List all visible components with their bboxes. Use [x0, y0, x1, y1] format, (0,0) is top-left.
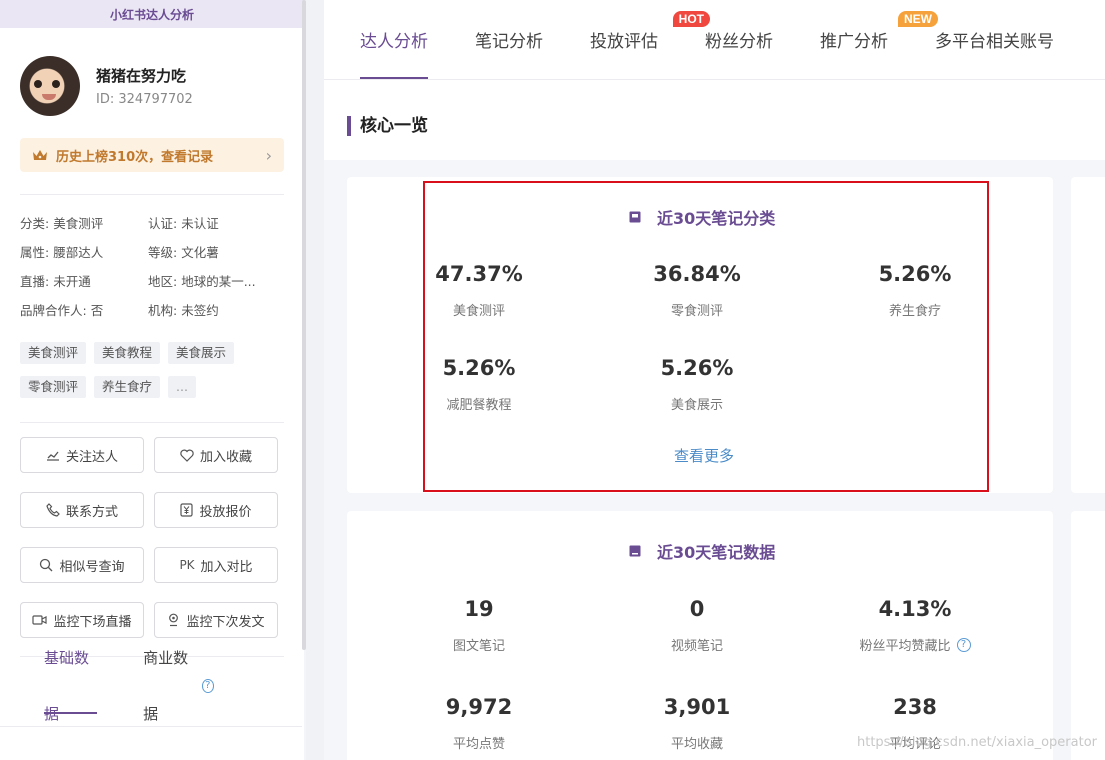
info-attribute: 属性: 腰部达人 [20, 245, 104, 260]
location-icon [169, 613, 179, 627]
next-card-edge [1071, 177, 1105, 493]
tab-basic-data[interactable]: 基础数据 [44, 649, 98, 723]
chart-up-icon [46, 451, 59, 461]
profile-id-label: ID: [96, 92, 115, 107]
tag: 养生食疗 [94, 376, 161, 398]
stat-item: 0 视频笔记 [670, 597, 723, 654]
crown-icon [33, 150, 47, 160]
info-grid: 分类: 美食测评 认证: 未认证 属性: 腰部达人 等级: 文化薯 直播: 未开… [0, 195, 304, 320]
main-panel: 达人分析 笔记分析 投放评估 HOT 粉丝分析 推广分析 NEW 多平台相关账号… [324, 0, 1105, 760]
rank-history-link[interactable]: 历史上榜310次，查看记录 › [20, 138, 284, 172]
profile-id-value: 324797702 [118, 92, 193, 107]
pk-icon: PK [179, 558, 195, 572]
info-verification: 认证: 未认证 [148, 216, 219, 231]
help-icon[interactable]: ? [201, 679, 214, 693]
profile-id: ID: 324797702 [96, 92, 193, 107]
divider [0, 726, 302, 727]
nav-promotion-analysis[interactable]: 推广分析 NEW [820, 0, 938, 79]
app-root: 小红书达人分析 猪猪在努力吃 ID: 324797702 历史上榜310次，查看… [0, 0, 1105, 760]
info-live: 直播: 未开通 [20, 274, 91, 289]
book-icon [629, 545, 641, 557]
help-icon[interactable]: ? [956, 637, 971, 652]
info-category: 分类: 美食测评 [20, 216, 104, 231]
follow-button[interactable]: 关注达人 [20, 437, 144, 473]
section-title: 核心一览 [347, 116, 1105, 136]
nav-note-analysis[interactable]: 笔记分析 [475, 0, 543, 79]
yen-icon [180, 503, 194, 517]
pk-compare-button[interactable]: PK 加入对比 [154, 547, 278, 583]
info-agency: 机构: 未签约 [148, 303, 219, 318]
profile-name: 猪猪在努力吃 [96, 67, 187, 85]
tag-list: 美食测评 美食教程 美食展示 零食测评 养生食疗 ... [0, 320, 280, 398]
stat-item: 19 图文笔记 [452, 597, 505, 654]
divider [20, 422, 284, 423]
phone-icon [46, 503, 60, 517]
stat-item: 4.13% 粉丝平均赞藏比? [835, 597, 995, 654]
sidebar: 小红书达人分析 猪猪在努力吃 ID: 324797702 历史上榜310次，查看… [0, 0, 304, 760]
profile: 猪猪在努力吃 ID: 324797702 [0, 54, 304, 118]
stat-item: 9,972 平均点赞 [445, 695, 513, 752]
tag: 零食测评 [20, 376, 87, 398]
sidebar-header: 小红书达人分析 [0, 0, 304, 28]
info-brand-partner: 品牌合作人: 否 [20, 303, 104, 318]
favorite-button[interactable]: 加入收藏 [154, 437, 278, 473]
nav-multi-platform-accounts[interactable]: 多平台相关账号 [935, 0, 1054, 79]
next-card-edge [1071, 511, 1105, 760]
search-icon [40, 558, 53, 572]
video-icon [32, 615, 48, 625]
similar-search-button[interactable]: 相似号查询 [20, 547, 144, 583]
profile-text: 猪猪在努力吃 ID: 324797702 [96, 65, 193, 107]
info-level: 等级: 文化薯 [148, 245, 219, 260]
nav-placement-evaluation[interactable]: 投放评估 HOT [590, 0, 710, 79]
sidebar-tabs: 基础数据 商业数据 ? [0, 649, 304, 723]
stat-item: 3,901 平均收藏 [663, 695, 731, 752]
avatar[interactable] [20, 56, 80, 116]
chevron-right-icon: › [265, 145, 272, 165]
action-buttons: 关注达人 加入收藏 联系方式 投放报价 相似号查询 PK 加入对比 监控下场直播… [0, 437, 304, 638]
watermark: https://blog.csdn.net/xiaxia_operator [856, 735, 1097, 750]
tag: 美食测评 [20, 342, 87, 364]
new-badge: NEW [898, 11, 938, 27]
heart-icon [180, 449, 194, 462]
tag-more[interactable]: ... [168, 376, 196, 398]
nav-creator-analysis[interactable]: 达人分析 [360, 0, 428, 79]
highlight-box [423, 181, 989, 492]
info-region: 地区: 地球的某一... [148, 274, 256, 289]
quote-button[interactable]: 投放报价 [154, 492, 278, 528]
nav-fan-analysis[interactable]: 粉丝分析 [705, 0, 773, 79]
tab-business-data[interactable]: 商业数据 ? [143, 649, 214, 723]
contact-button[interactable]: 联系方式 [20, 492, 144, 528]
top-nav: 达人分析 笔记分析 投放评估 HOT 粉丝分析 推广分析 NEW 多平台相关账号 [324, 0, 1105, 80]
rank-history-text: 历史上榜310次，查看记录 [56, 149, 214, 165]
tag: 美食展示 [168, 342, 235, 364]
tag: 美食教程 [94, 342, 161, 364]
scroll-track [306, 0, 324, 760]
sidebar-scrollbar[interactable] [302, 0, 306, 650]
note-data-title: 近30天笔记数据 [629, 539, 775, 563]
